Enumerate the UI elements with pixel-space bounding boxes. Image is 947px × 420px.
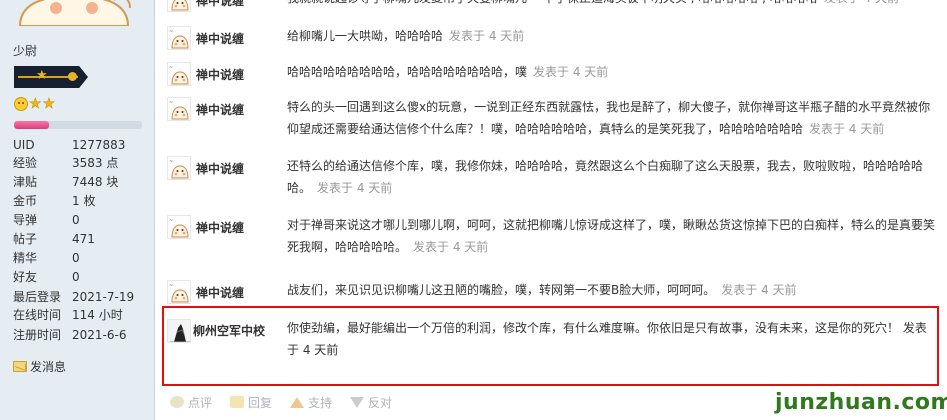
svg-text:~: ~ (169, 29, 173, 35)
comment-item: ~ 禅中说缠 对于禅哥来说这才哪儿到哪儿啊，呵呵，这就把柳嘴儿惊讶成这样了，噗，瞅瞅… (165, 213, 940, 263)
rank-insignia-icon: ★ (14, 66, 88, 88)
commenter-avatar[interactable]: ~ (167, 0, 191, 12)
comment-text: 战友们，来见识见识柳嘴儿这丑陋的嘴脸，噗，转网第一不要B脸大师，呵呵呵。 发表于 … (287, 279, 939, 301)
stat-friends: 好友 0 (13, 270, 80, 284)
thumbs-up-icon (290, 396, 305, 408)
post-action-bar: 点评 回复 支持 反对 (170, 392, 392, 412)
commenter-avatar[interactable]: ~ (167, 280, 191, 304)
comment-text: 对于禅哥来说这才哪儿到哪儿啊，呵呵，这就把柳嘴儿惊讶成这样了，噗，瞅瞅怂货这惊掉… (287, 214, 939, 258)
comment-line: 哈哈哈哈哈哈哈哈哈，哈哈哈哈哈哈哈哈，噗 发表于 4 天前 (287, 65, 609, 79)
stat-experience: 经验 3583 点 (13, 156, 119, 170)
svg-text:~: ~ (169, 283, 173, 289)
rate-icon (170, 396, 184, 408)
stat-register-date: 注册时间 2021-6-6 (13, 328, 127, 342)
send-message-link[interactable]: 发消息 (13, 358, 66, 375)
commenter-name[interactable]: 禅中说缠 (196, 284, 244, 301)
stat-uid: UID 1277883 (13, 138, 126, 152)
post-timestamp: 发表于 4 天前 (449, 29, 525, 43)
stat-coins: 金币 1 枚 (13, 194, 96, 208)
comment-line: 死我啊，哈哈哈哈哈。 发表于 4 天前 (287, 240, 489, 254)
reply-icon (230, 396, 245, 408)
comment-text: 还特么的给通达信修个库，噗，我修你妹，哈哈哈哈，竟然跟这么个白痴聊了这么天股票，… (287, 155, 939, 199)
comment-item: ~ 禅中说缠 还特么的给通达信修个库，噗，我修你妹，哈哈哈哈，竟然跟这么个白痴聊了这… (165, 154, 940, 204)
oppose-button[interactable]: 反对 (350, 392, 392, 412)
user-profile-sidebar: 少尉 ★ ★ ★ UID 1277883 经验 3583 点 津贴 7448 块 金币… (0, 0, 155, 420)
comment-text: 特么的头一回遇到这么傻x的玩意，一说到正经东西就露怯，我也是醉了，柳大傻子，就你… (287, 96, 939, 140)
comment-text: 哈哈哈哈哈哈哈哈哈，哈哈哈哈哈哈哈哈，噗 发表于 4 天前 (287, 61, 939, 83)
thumbs-down-icon (350, 396, 365, 408)
post-timestamp: 发表于 4 天前 (413, 240, 489, 254)
star-icon: ★ (42, 96, 56, 112)
stat-online-time: 在线时间 114 小时 (13, 308, 123, 322)
rate-button[interactable]: 点评 (170, 392, 212, 412)
commenter-avatar[interactable]: ~ (167, 97, 191, 121)
level-stars: ★ ★ (14, 97, 55, 113)
commenter-avatar[interactable]: ~ (167, 156, 191, 180)
level-progress-bar (14, 121, 142, 129)
comment-item: ~ 禅中说缠 特么的头一回遇到这么傻x的玩意，一说到正经东西就露怯，我也是醉了，柳大… (165, 95, 940, 145)
commenter-name[interactable]: 禅中说缠 (196, 0, 244, 9)
comment-item: ~ 禅中说缠 战友们，来见识见识柳嘴儿这丑陋的嘴脸，噗，转网第一不要B脸大师，呵呵呵… (165, 278, 940, 304)
highlight-box (162, 306, 939, 386)
commenter-name[interactable]: 禅中说缠 (196, 160, 244, 177)
comment-line: 战友们，来见识见识柳嘴儿这丑陋的嘴脸，噗，转网第一不要B脸大师，呵呵呵。 发表于 … (287, 283, 797, 297)
smiley-icon (14, 97, 28, 111)
stat-last-login: 最后登录 2021-7-19 (13, 290, 135, 304)
post-timestamp: 发表于 4 天前 (809, 122, 885, 136)
star-icon: ★ (29, 96, 42, 112)
commenter-name[interactable]: 禅中说缠 (196, 101, 244, 118)
stat-allowance: 津贴 7448 块 (13, 175, 119, 189)
post-timestamp: 发表于 4 天前 (317, 181, 393, 195)
stat-missiles: 导弹 0 (13, 213, 80, 227)
comment-line: 特么的头一回遇到这么傻x的玩意，一说到正经东西就露怯，我也是醉了，柳大傻子，就你… (287, 100, 931, 114)
svg-text:~: ~ (169, 159, 173, 165)
svg-text:~: ~ (169, 65, 173, 71)
comment-line: 我就就说起诊导了柳嘴儿发复吊了灭曼柳嘴儿 一不了保止追海买彼不明天实 , 哈哈哈… (287, 0, 939, 9)
comment-text: 给柳嘴儿一大哄呦，哈哈哈哈 发表于 4 天前 (287, 25, 939, 47)
site-watermark: junzhuan.com (775, 390, 947, 415)
comment-line: 仰望成还需要给通达信修个什么库？！噗，哈哈哈哈哈哈，真特么的是笑死我了，哈哈哈哈… (287, 122, 885, 136)
comment-line: 给柳嘴儿一大哄呦，哈哈哈哈 发表于 4 天前 (287, 29, 525, 43)
envelope-icon (13, 361, 27, 372)
commenter-avatar[interactable]: ~ (167, 215, 191, 239)
commenter-name[interactable]: 禅中说缠 (196, 66, 244, 83)
comment-item: ~ 禅中说缠 我就就说起诊导了柳嘴儿发复吊了灭曼柳嘴儿 一不了保止追海买彼不明天实 … (165, 0, 940, 12)
post-timestamp: 发表于 4 天前 (721, 283, 797, 297)
user-rank: 少尉 (13, 44, 38, 58)
comment-line: 还特么的给通达信修个库，噗，我修你妹，哈哈哈哈，竟然跟这么个白痴聊了这么天股票，… (287, 159, 924, 173)
post-timestamp: 发表于 4 天前 (533, 65, 609, 79)
comment-line: 哈。 发表于 4 天前 (287, 181, 393, 195)
post-timestamp: 发表于 4 天前 (824, 0, 899, 5)
svg-text:~: ~ (169, 218, 173, 224)
stat-digest: 精华 0 (13, 251, 80, 265)
comment-item: ~ 禅中说缠 给柳嘴儿一大哄呦，哈哈哈哈 发表于 4 天前 (165, 24, 940, 50)
comment-text: 我就就说起诊导了柳嘴儿发复吊了灭曼柳嘴儿 一不了保止追海买彼不明天实 , 哈哈哈… (287, 0, 939, 9)
commenter-avatar[interactable]: ~ (167, 26, 191, 50)
user-avatar[interactable] (14, 0, 134, 26)
cartoon-avatar-image (18, 0, 131, 26)
commenter-avatar[interactable]: ~ (167, 62, 191, 86)
svg-text:~: ~ (169, 100, 173, 106)
comment-item: ~ 禅中说缠 哈哈哈哈哈哈哈哈哈，哈哈哈哈哈哈哈哈，噗 发表于 4 天前 (165, 60, 940, 86)
reply-button[interactable]: 回复 (230, 392, 272, 412)
comment-line: 对于禅哥来说这才哪儿到哪儿啊，呵呵，这就把柳嘴儿惊讶成这样了，噗，瞅瞅怂货这惊掉… (287, 218, 936, 232)
stat-posts[interactable]: 帖子 471 (13, 230, 153, 248)
commenter-name[interactable]: 禅中说缠 (196, 219, 244, 236)
send-message-label: 发消息 (30, 360, 67, 374)
commenter-name[interactable]: 禅中说缠 (196, 30, 244, 47)
support-button[interactable]: 支持 (290, 392, 332, 412)
